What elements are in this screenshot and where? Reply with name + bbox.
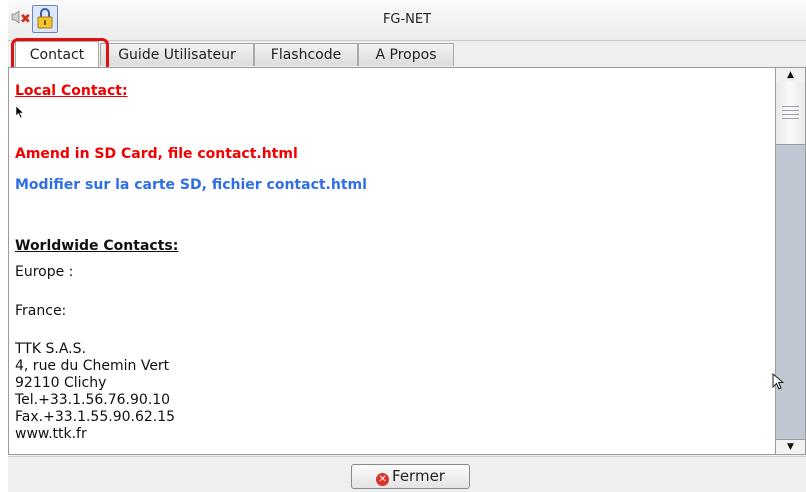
france-label: France:: [15, 303, 67, 319]
scrollbar-thumb[interactable]: [776, 82, 805, 145]
worldwide-contacts-heading: Worldwide Contacts:: [15, 238, 179, 254]
tab-a-propos[interactable]: A Propos: [358, 43, 454, 66]
mouse-pointer-icon: [15, 105, 25, 119]
contact-content-pane: Local Contact: Amend in SD Card, file co…: [8, 67, 776, 455]
mouse-pointer-icon: [772, 373, 785, 390]
local-contact-heading: Local Contact:: [15, 83, 128, 99]
europe-label: Europe :: [15, 264, 74, 280]
address-line: Fax.+33.1.55.90.62.15: [15, 409, 176, 425]
tab-guide-utilisateur[interactable]: Guide Utilisateur: [100, 43, 254, 66]
scroll-grip-icon: [782, 106, 799, 120]
footer-bar: ✕ Fermer: [8, 456, 806, 492]
scroll-down-arrow-icon[interactable]: ▼: [776, 439, 805, 454]
modifier-sd-card-line: Modifier sur la carte SD, fichier contac…: [15, 177, 367, 193]
address-line: 92110 Clichy: [15, 375, 107, 391]
scroll-up-arrow-icon[interactable]: ▲: [776, 68, 805, 83]
fermer-label: Fermer: [392, 467, 445, 485]
amend-sd-card-line: Amend in SD Card, file contact.html: [15, 146, 298, 162]
tab-flashcode[interactable]: Flashcode: [254, 43, 358, 66]
address-line: Tel.+33.1.56.76.90.10: [15, 392, 171, 408]
close-circle-icon: ✕: [376, 473, 390, 486]
website-link[interactable]: www.ttk.fr: [15, 426, 87, 442]
tab-bar: Contact Guide Utilisateur Flashcode A Pr…: [8, 41, 806, 68]
app-window: ✖ FG-NET Contact Guide Utilisateur Flash…: [8, 0, 806, 492]
vertical-scrollbar[interactable]: ▲ ▼: [775, 67, 806, 455]
title-bar: ✖ FG-NET: [8, 0, 806, 41]
fermer-button[interactable]: ✕ Fermer: [351, 464, 470, 489]
address-line: 4, rue du Chemin Vert: [15, 358, 170, 374]
address-line: TTK S.A.S.: [15, 341, 86, 357]
window-title: FG-NET: [382, 12, 432, 27]
